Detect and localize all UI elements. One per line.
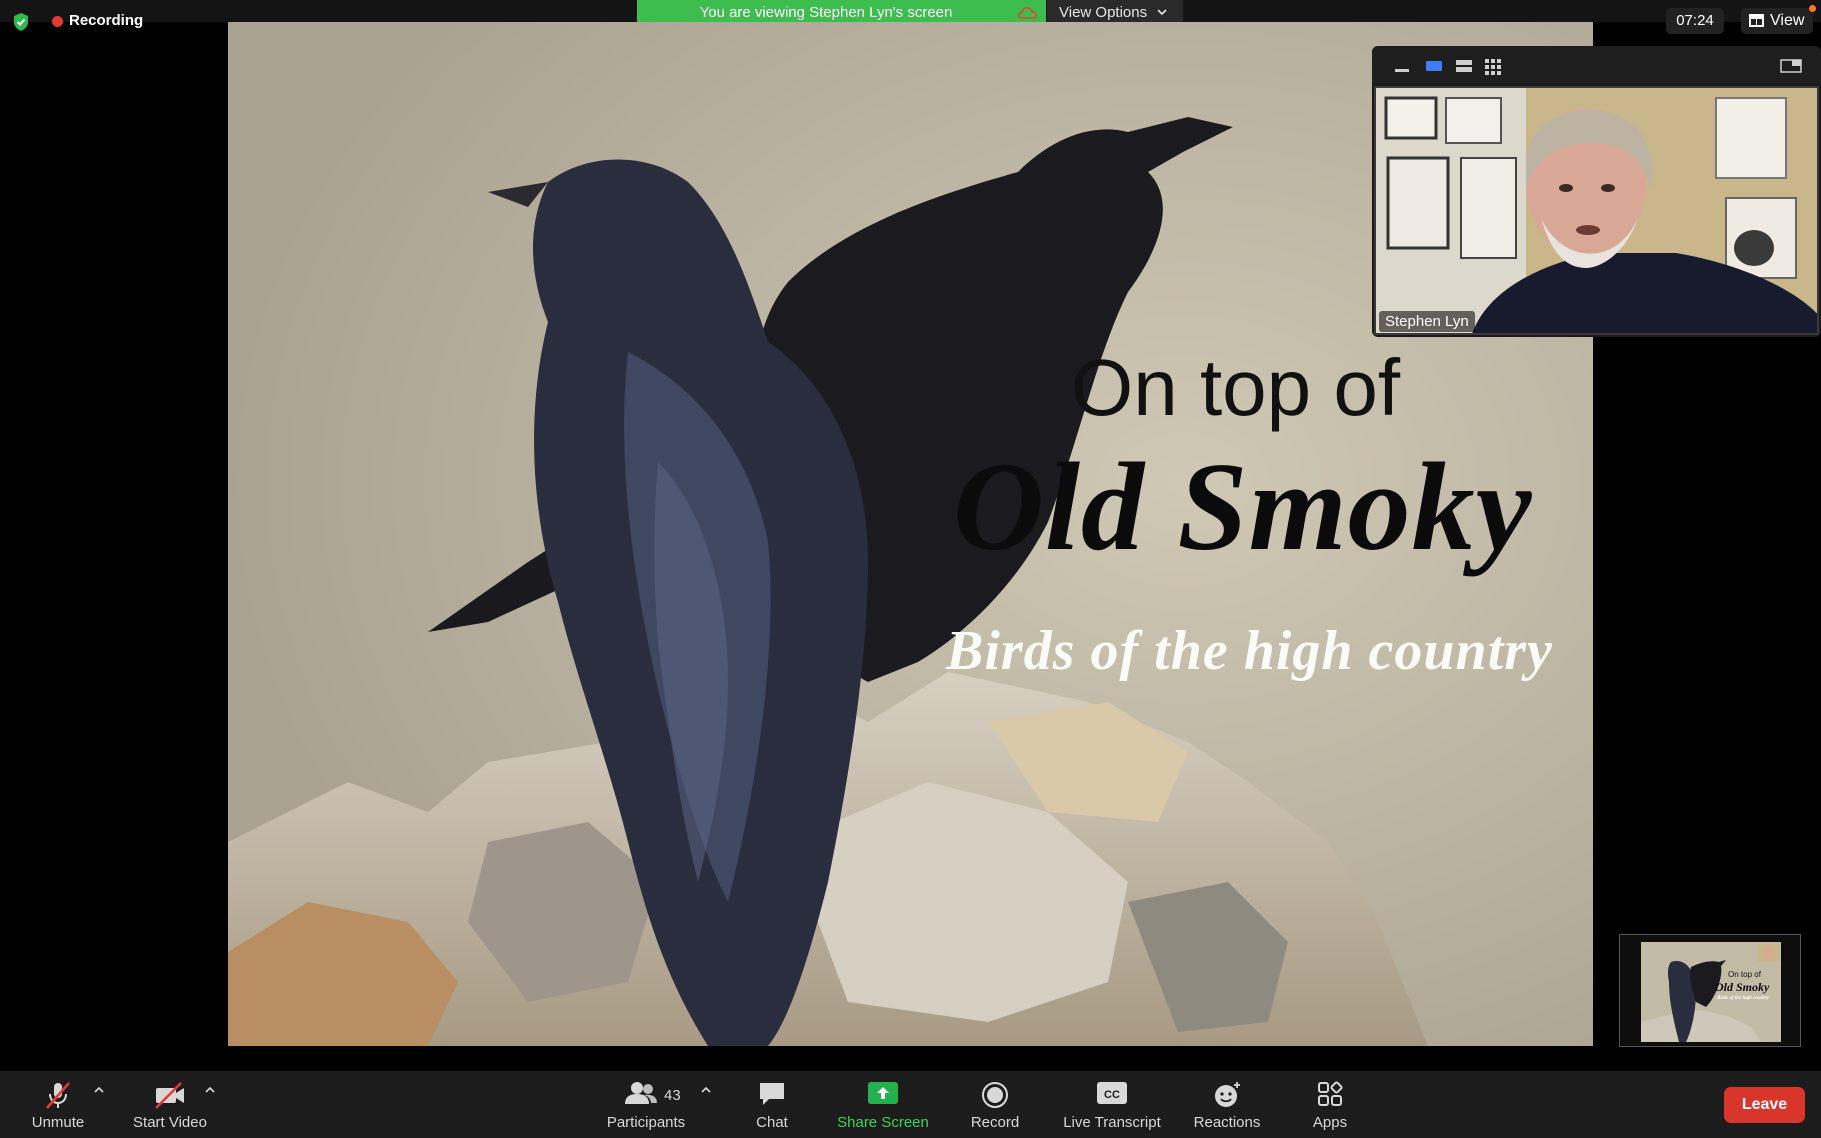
- recording-label[interactable]: Recording: [69, 12, 143, 29]
- speaker-video-feed: Stephen Lyn: [1374, 86, 1819, 335]
- video-options-caret-icon[interactable]: [204, 1085, 216, 1093]
- share-screen-icon: [868, 1082, 898, 1104]
- participants-icon: [625, 1082, 657, 1104]
- reactions-button[interactable]: Reactions: [1186, 1071, 1268, 1138]
- chat-bubble-icon: [760, 1083, 784, 1105]
- participant-name-tag: Stephen Lyn: [1379, 311, 1475, 332]
- slide-title-line1: On top of: [1071, 343, 1401, 432]
- view-button-label: View: [1770, 12, 1805, 29]
- share-screen-button[interactable]: Share Screen: [828, 1071, 938, 1138]
- reactions-label: Reactions: [1193, 1114, 1261, 1131]
- security-shield-icon[interactable]: [12, 12, 30, 32]
- thumbnail-line3: Birds of the high country: [1717, 996, 1769, 1001]
- unmute-label: Unmute: [31, 1114, 85, 1131]
- unmute-button[interactable]: Unmute: [18, 1071, 98, 1138]
- thumbnail-preview: On top of Old Smoky Birds of the high co…: [1641, 942, 1781, 1042]
- chat-label: Chat: [756, 1114, 788, 1131]
- audio-options-caret-icon[interactable]: [93, 1085, 105, 1093]
- meeting-controls-bar: Unmute Start Video 43 Participants Chat: [0, 1071, 1821, 1138]
- speaker-video-panel[interactable]: Stephen Lyn: [1372, 46, 1821, 337]
- video-panel-toolbar: [1372, 46, 1821, 84]
- view-layout-icon: [1749, 14, 1764, 27]
- speaker-video-image: [1376, 88, 1817, 333]
- speaker-view-icon[interactable]: [1425, 58, 1443, 74]
- slide-title-line2: Old Smoky: [953, 438, 1533, 577]
- cloud-recording-icon: [1017, 6, 1038, 19]
- apps-label: Apps: [1312, 1114, 1348, 1131]
- start-video-button[interactable]: Start Video: [123, 1071, 217, 1138]
- record-button[interactable]: Record: [962, 1071, 1028, 1138]
- apps-button[interactable]: Apps: [1302, 1071, 1358, 1138]
- participants-count: 43: [664, 1087, 681, 1104]
- thumbnail-line1: On top of: [1728, 970, 1761, 979]
- meeting-clock: 07:24: [1666, 8, 1724, 34]
- chevron-down-icon: [1157, 9, 1167, 16]
- recording-indicator-icon: [52, 16, 63, 27]
- viewing-screen-text: You are viewing Stephen Lyn's screen: [699, 4, 953, 21]
- shared-screen-thumbnail[interactable]: On top of Old Smoky Birds of the high co…: [1619, 934, 1801, 1047]
- view-button[interactable]: View: [1741, 8, 1813, 34]
- live-transcript-label: Live Transcript: [1063, 1114, 1161, 1131]
- view-options-label: View Options: [1059, 4, 1148, 21]
- closed-captions-icon: CC: [1097, 1082, 1127, 1104]
- record-icon: [982, 1082, 1008, 1108]
- apps-icon: [1318, 1081, 1343, 1106]
- record-label: Record: [970, 1114, 1020, 1131]
- participants-label: Participants: [606, 1114, 686, 1131]
- microphone-muted-icon: [46, 1082, 70, 1109]
- minimize-video-icon[interactable]: [1394, 58, 1410, 74]
- svg-text:CC: CC: [1104, 1089, 1120, 1101]
- pop-out-icon[interactable]: [1780, 58, 1802, 74]
- participants-button[interactable]: 43 Participants: [596, 1071, 696, 1138]
- strip-view-icon[interactable]: [1455, 58, 1473, 74]
- participants-options-caret-icon[interactable]: [700, 1085, 712, 1093]
- reactions-smiley-icon: [1215, 1082, 1240, 1107]
- live-transcript-button[interactable]: CC Live Transcript: [1054, 1071, 1170, 1138]
- share-screen-label: Share Screen: [837, 1114, 929, 1131]
- leave-button[interactable]: Leave: [1724, 1087, 1805, 1123]
- chat-button[interactable]: Chat: [742, 1071, 802, 1138]
- slide-subtitle: Birds of the high country: [946, 620, 1553, 682]
- notification-dot: [1809, 5, 1816, 12]
- gallery-view-icon[interactable]: [1484, 58, 1502, 76]
- video-camera-off-icon: [155, 1082, 184, 1109]
- start-video-label: Start Video: [133, 1114, 207, 1131]
- thumbnail-line2: Old Smoky: [1715, 980, 1770, 994]
